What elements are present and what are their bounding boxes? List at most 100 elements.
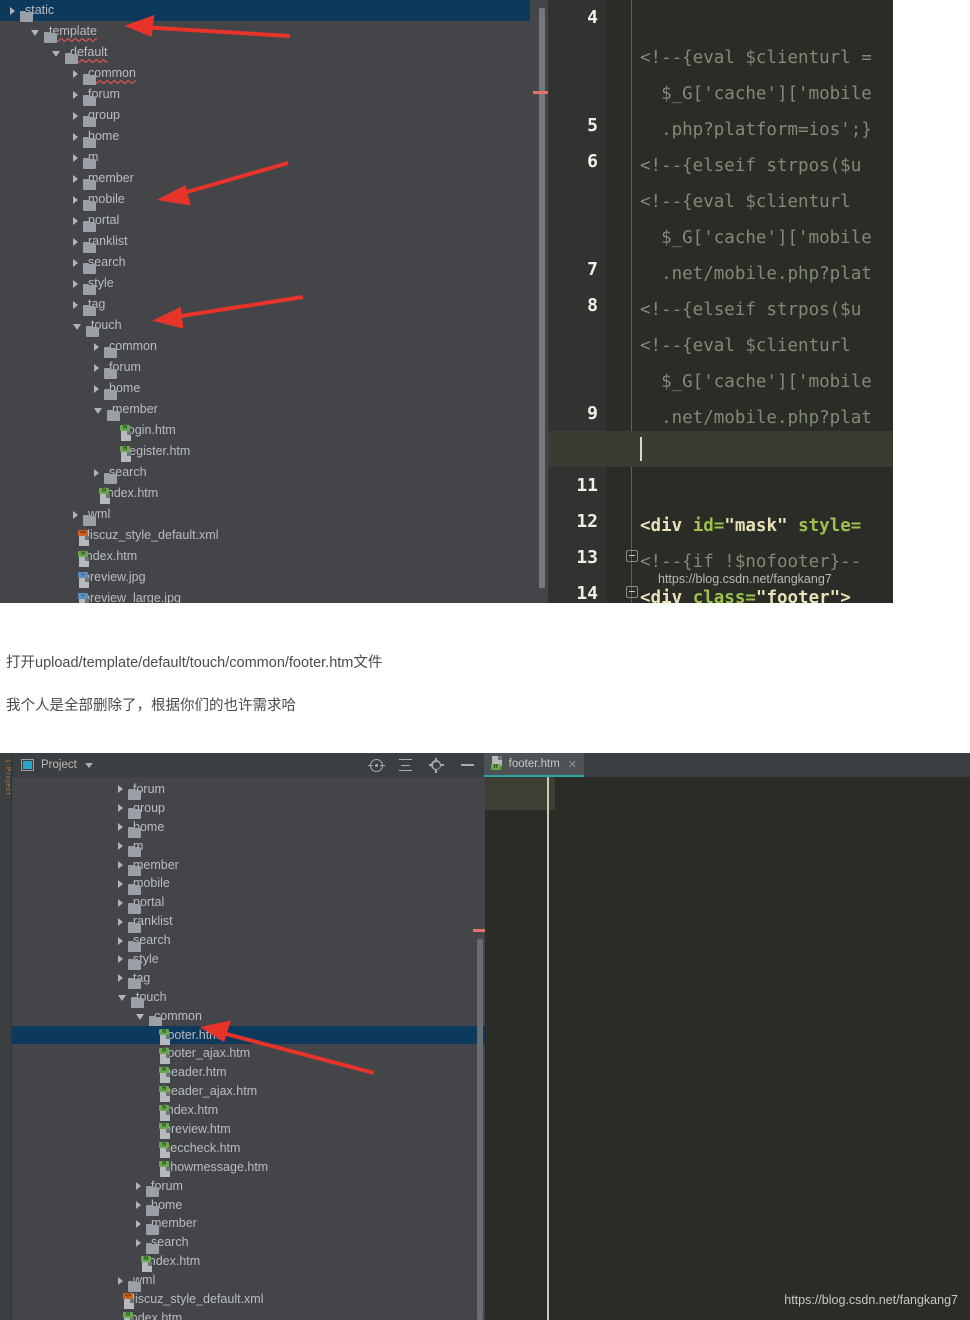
collapse-all-icon[interactable] <box>398 758 412 772</box>
chevron-right-icon[interactable] <box>118 823 123 832</box>
locate-icon[interactable] <box>367 758 385 772</box>
chevron-right-icon[interactable] <box>73 132 78 141</box>
close-icon[interactable]: ✕ <box>568 758 577 771</box>
chevron-right-icon[interactable] <box>73 111 78 120</box>
tree-row[interactable]: Hseccheck.htm <box>12 1139 485 1159</box>
chevron-right-icon[interactable] <box>94 363 99 372</box>
tree-row[interactable]: template <box>0 21 530 42</box>
fold-marker-13[interactable] <box>626 550 638 562</box>
project-file-tree-2[interactable]: forum group home m member mobile portal ranklis… <box>12 777 485 1320</box>
chevron-down-icon[interactable] <box>118 995 126 1002</box>
tree-row[interactable]: Hindex.htm <box>0 483 530 504</box>
tree-row[interactable]: Hregister.htm <box>0 441 530 462</box>
tree-row[interactable]: search <box>12 1233 485 1252</box>
chevron-down-icon[interactable] <box>52 50 60 57</box>
code-line[interactable]: .php?platform=ios';} <box>606 112 893 148</box>
tree-row[interactable]: touch <box>0 315 530 336</box>
tree-scrollbar-thumb-1[interactable] <box>539 8 545 588</box>
tree-row[interactable]: home <box>12 1196 485 1215</box>
hide-panel-icon[interactable] <box>460 764 474 766</box>
code-line[interactable]: $_G['cache']['mobile <box>606 364 893 400</box>
chevron-right-icon[interactable] <box>73 300 78 309</box>
chevron-right-icon[interactable] <box>73 195 78 204</box>
tree-row[interactable]: Hlogin.htm <box>0 420 530 441</box>
tree-row[interactable]: common <box>0 63 530 84</box>
tree-row[interactable]: search <box>0 252 530 273</box>
editor-code-area-1[interactable]: <!--{eval $clienturl = $_G['cache']['mob… <box>606 0 893 603</box>
tree-row[interactable]: touch <box>12 988 485 1007</box>
chevron-right-icon[interactable] <box>118 879 123 888</box>
chevron-right-icon[interactable] <box>94 384 99 393</box>
code-line[interactable]: <!--{elseif strpos($u <box>606 292 893 328</box>
tree-row[interactable]: Hshowmessage.htm <box>12 1158 485 1178</box>
chevron-right-icon[interactable] <box>136 1238 141 1247</box>
chevron-right-icon[interactable] <box>73 90 78 99</box>
tree-row[interactable]: Hfooter.htm <box>12 1025 485 1046</box>
tree-row[interactable]: Hindex.htm <box>12 1309 485 1320</box>
tree-row[interactable]: portal <box>12 893 485 912</box>
chevron-right-icon[interactable] <box>73 510 78 519</box>
chevron-right-icon[interactable] <box>73 153 78 162</box>
tree-row[interactable]: tag <box>0 294 530 315</box>
tree-row[interactable]: Hindex.htm <box>0 546 530 567</box>
tree-row[interactable]: m <box>0 147 530 168</box>
chevron-right-icon[interactable] <box>118 936 123 945</box>
chevron-right-icon[interactable] <box>94 468 99 477</box>
chevron-right-icon[interactable] <box>73 69 78 78</box>
chevron-right-icon[interactable] <box>118 842 123 851</box>
gear-icon[interactable] <box>428 757 444 773</box>
code-line[interactable]: <!--{eval $clienturl <box>606 328 893 364</box>
chevron-right-icon[interactable] <box>73 216 78 225</box>
chevron-right-icon[interactable] <box>136 1219 141 1228</box>
tree-row[interactable]: mobile <box>12 874 485 893</box>
tree-row[interactable]: wml <box>12 1271 485 1290</box>
project-panel-toolbar[interactable]: Project H footer.htm ✕ <box>12 753 970 777</box>
project-file-tree[interactable]: static template default common forum group hom… <box>0 0 530 603</box>
editor-tab-footer-htm[interactable]: H footer.htm ✕ <box>483 753 584 777</box>
tree-row[interactable]: ranklist <box>0 231 530 252</box>
tree-row[interactable]: style <box>12 950 485 969</box>
chevron-right-icon[interactable] <box>118 955 123 964</box>
tree-row[interactable]: ▪ preview.jpg <box>0 567 530 588</box>
tree-row[interactable]: static <box>0 0 530 21</box>
tree-row[interactable]: member <box>0 399 530 420</box>
tree-row[interactable]: m <box>12 837 485 856</box>
code-line[interactable] <box>606 472 893 508</box>
editor-area-2[interactable]: https://blog.csdn.net/fangkang7 <box>485 777 970 1320</box>
code-line[interactable]: <!--{eval $clienturl = <box>606 40 893 76</box>
tree-row[interactable]: portal <box>0 210 530 231</box>
fold-marker-14[interactable] <box>626 586 638 598</box>
chevron-right-icon[interactable] <box>73 258 78 267</box>
tree-row[interactable]: home <box>0 126 530 147</box>
chevron-right-icon[interactable] <box>73 174 78 183</box>
tree-row[interactable]: ranklist <box>12 912 485 931</box>
chevron-right-icon[interactable] <box>118 804 123 813</box>
tree-row[interactable]: common <box>0 336 530 357</box>
tree-row[interactable]: forum <box>0 84 530 105</box>
tree-row[interactable]: default <box>0 42 530 63</box>
tree-row[interactable]: forum <box>12 780 485 799</box>
code-line[interactable]: <!--{elseif strpos($u <box>606 148 893 184</box>
tree-scrollbar-thumb-2[interactable] <box>477 939 483 1320</box>
tree-row[interactable]: search <box>12 931 485 950</box>
tree-row[interactable]: Hindex.htm <box>12 1252 485 1272</box>
chevron-right-icon[interactable] <box>118 898 123 907</box>
chevron-right-icon[interactable] <box>136 1201 141 1210</box>
chevron-right-icon[interactable] <box>10 6 15 15</box>
tree-row[interactable]: Hpreview.htm <box>12 1120 485 1140</box>
chevron-right-icon[interactable] <box>73 279 78 288</box>
chevron-right-icon[interactable] <box>118 917 123 926</box>
chevron-right-icon[interactable] <box>94 342 99 351</box>
code-line[interactable]: $_G['cache']['mobile <box>606 220 893 256</box>
chevron-right-icon[interactable] <box>118 1276 123 1285</box>
tree-row[interactable]: ▪ preview_large.jpg <box>0 588 530 603</box>
code-line[interactable]: $_G['cache']['mobile <box>606 76 893 112</box>
tree-row[interactable]: Hindex.htm <box>12 1101 485 1121</box>
tree-row[interactable]: <> discuz_style_default.xml <box>0 525 530 546</box>
code-line[interactable]: .net/mobile.php?plat <box>606 256 893 292</box>
chevron-right-icon[interactable] <box>73 237 78 246</box>
tree-row[interactable]: Hheader.htm <box>12 1063 485 1083</box>
code-editor-footer-htm[interactable]: 4567891011121314 <!--{eval $clienturl = … <box>548 0 893 603</box>
chevron-down-icon[interactable] <box>31 29 39 36</box>
tree-row[interactable]: forum <box>0 357 530 378</box>
